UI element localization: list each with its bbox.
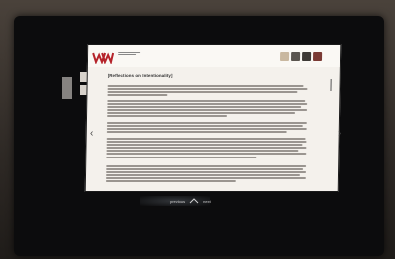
prev-arrow-icon[interactable]: ‹ (90, 128, 93, 139)
scrollbar[interactable] (329, 79, 332, 91)
chevron-up-icon[interactable] (189, 198, 199, 204)
next-arrow-icon[interactable]: › (338, 128, 341, 139)
thumbnail-4[interactable] (312, 52, 323, 61)
document-title: [Reflections on Intentionality] (107, 73, 173, 78)
paragraph-3 (106, 122, 307, 134)
side-panel (62, 77, 72, 99)
paragraph-4 (106, 138, 307, 160)
paragraph-1 (107, 85, 308, 97)
thumbnail-3[interactable] (301, 52, 312, 61)
screen-header (87, 45, 341, 67)
previous-label[interactable]: previous (170, 199, 185, 204)
thumbnail-1[interactable] (279, 52, 290, 61)
paragraph-5 (105, 165, 307, 184)
thumbnail-2[interactable] (290, 52, 301, 61)
paragraph-2 (107, 100, 308, 119)
logo-wordmark (118, 52, 158, 57)
museum-logo (92, 52, 115, 64)
next-label[interactable]: next (203, 199, 211, 204)
thumbnail-strip[interactable] (279, 52, 323, 61)
bottom-nav[interactable]: previous next (170, 198, 211, 204)
kiosk-screen[interactable]: [Reflections on Intentionality] (84, 44, 342, 192)
